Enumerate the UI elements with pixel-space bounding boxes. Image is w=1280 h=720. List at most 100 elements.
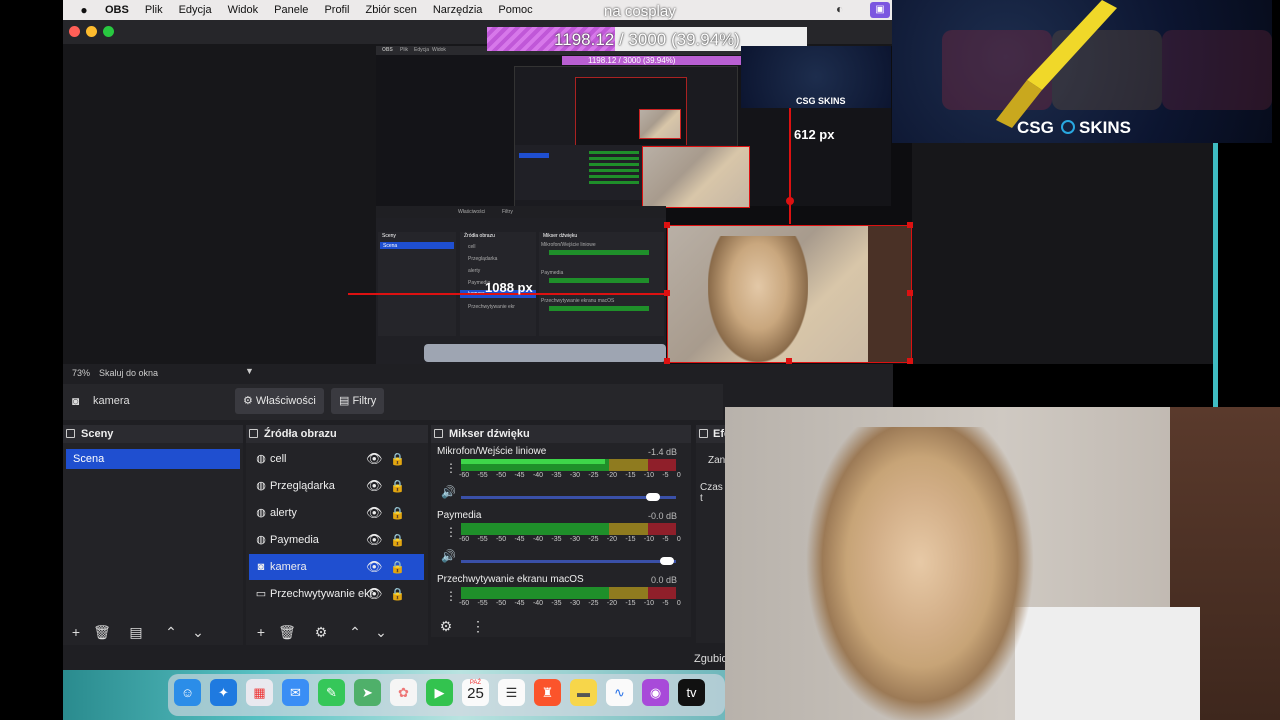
move-down-button[interactable]: ⌄: [189, 623, 207, 641]
photos-icon[interactable]: ✿: [390, 679, 417, 706]
speaker-icon[interactable]: 🔊: [441, 485, 456, 499]
close-window-button[interactable]: [69, 26, 80, 37]
volume-knob[interactable]: [646, 493, 660, 501]
volume-slider[interactable]: [461, 493, 676, 501]
lock-icon[interactable]: 🔒: [390, 446, 405, 472]
scene-item[interactable]: Scena: [66, 449, 240, 469]
menu-scene-collection[interactable]: Zbiór scen: [358, 4, 425, 16]
apple-logo-icon[interactable]: ●: [77, 3, 91, 17]
meter-tick-label: -35: [551, 536, 562, 543]
meter-tick-label: -45: [514, 472, 525, 479]
minimize-window-button[interactable]: [86, 26, 97, 37]
kebab-menu-icon[interactable]: ⋮: [469, 617, 487, 635]
menu-view[interactable]: Widok: [220, 4, 267, 16]
nested-mixer-meter: [549, 278, 649, 283]
messages-icon[interactable]: ✎: [318, 679, 345, 706]
nested-mixer-channel: Paymedia: [541, 270, 564, 276]
source-item-cell[interactable]: ◍ cell 👁 🔒: [249, 446, 424, 472]
menu-file[interactable]: Plik: [137, 4, 171, 16]
eye-icon[interactable]: 👁: [366, 473, 383, 499]
kebab-menu-icon[interactable]: ⋮: [445, 589, 457, 603]
chevron-down-icon[interactable]: ▼: [245, 366, 254, 376]
add-source-button[interactable]: +: [252, 623, 270, 641]
safari-icon[interactable]: ✦: [210, 679, 237, 706]
resize-handle[interactable]: [907, 222, 913, 228]
resize-handle[interactable]: [907, 358, 913, 364]
resize-handle[interactable]: [664, 222, 670, 228]
menu-help[interactable]: Pomoc: [490, 4, 540, 16]
control-center-icon[interactable]: ◐: [836, 2, 843, 16]
case-card: [1162, 30, 1272, 110]
podcasts-icon[interactable]: ◉: [642, 679, 669, 706]
move-up-button[interactable]: ⌃: [162, 623, 180, 641]
meter-tick-label: 0: [676, 536, 681, 543]
gear-icon[interactable]: ⚙: [312, 623, 330, 641]
maps-icon[interactable]: ➤: [354, 679, 381, 706]
trash-icon[interactable]: 🗑: [278, 623, 296, 641]
csg-skins-banner: CSG SKINS: [892, 0, 1272, 143]
webcam-source-preview[interactable]: [667, 225, 912, 363]
finder-icon[interactable]: ☺: [174, 679, 201, 706]
source-item-alerty[interactable]: ◍ alerty 👁 🔒: [249, 500, 424, 526]
eye-icon[interactable]: 👁: [366, 581, 383, 607]
menu-edit[interactable]: Edycja: [171, 4, 220, 16]
volume-slider[interactable]: [461, 557, 676, 565]
mixer-title: Mikser dźwięku: [449, 428, 530, 440]
scale-mode-select[interactable]: Skaluj do okna: [99, 368, 158, 378]
facetime-icon[interactable]: ▶: [426, 679, 453, 706]
launchpad-icon[interactable]: ▦: [246, 679, 273, 706]
lock-icon[interactable]: 🔒: [390, 527, 405, 553]
resize-handle[interactable]: [907, 290, 913, 296]
appletv-icon[interactable]: tv: [678, 679, 705, 706]
source-item-paymedia[interactable]: ◍ Paymedia 👁 🔒: [249, 527, 424, 553]
lock-icon[interactable]: 🔒: [390, 473, 405, 499]
move-down-button[interactable]: ⌄: [372, 623, 390, 641]
source-item-kamera[interactable]: ◙ kamera 👁 🔒: [249, 554, 424, 580]
notes-icon[interactable]: ▬: [570, 679, 597, 706]
lock-icon[interactable]: 🔒: [390, 554, 405, 580]
source-item-przegladarka[interactable]: ◍ Przeglądarka 👁 🔒: [249, 473, 424, 499]
nested-brand: CSG SKINS: [796, 96, 846, 106]
kebab-menu-icon[interactable]: ⋮: [445, 461, 457, 475]
eye-icon[interactable]: 👁: [366, 500, 383, 526]
eye-icon[interactable]: 👁: [366, 446, 383, 472]
zoom-level[interactable]: 73%: [72, 368, 90, 378]
maximize-window-button[interactable]: [103, 26, 114, 37]
menu-profile[interactable]: Profil: [316, 4, 357, 16]
gear-icon[interactable]: ⚙: [437, 617, 455, 635]
trash-icon[interactable]: 🗑: [93, 623, 111, 641]
scene-filters-button[interactable]: ▤: [127, 623, 145, 641]
transition-select[interactable]: Zan: [708, 455, 725, 466]
meter-tick-label: -55: [477, 600, 488, 607]
add-scene-button[interactable]: +: [67, 623, 85, 641]
lock-icon[interactable]: 🔒: [390, 500, 405, 526]
menu-docks[interactable]: Panele: [266, 4, 316, 16]
properties-button[interactable]: ⚙ Właściwości: [235, 388, 324, 414]
sources-dock: Źródła obrazu ◍ cell 👁 🔒 ◍ Przeglądarka 👁 🔒 ◍ a…: [246, 425, 428, 645]
screen-record-icon[interactable]: ▣: [870, 2, 890, 18]
meter-tick-label: -50: [495, 600, 507, 607]
speaker-icon[interactable]: 🔊: [441, 549, 456, 563]
kebab-menu-icon[interactable]: ⋮: [445, 525, 457, 539]
menu-app-name[interactable]: OBS: [97, 4, 137, 16]
lock-icon[interactable]: 🔒: [390, 581, 405, 607]
duration-label: Czas t: [700, 482, 723, 504]
menu-tools[interactable]: Narzędzia: [425, 4, 491, 16]
reminders-icon[interactable]: ☰: [498, 679, 525, 706]
move-up-button[interactable]: ⌃: [346, 623, 364, 641]
source-item-screen-capture[interactable]: ▭ Przechwytywanie ekr 👁 🔒: [249, 581, 424, 607]
meter-tick-label: -30: [569, 536, 581, 543]
calendar-icon[interactable]: PAŹ 25: [462, 679, 489, 706]
transitions-header: Efe: [696, 425, 730, 443]
brave-icon[interactable]: ♜: [534, 679, 561, 706]
volume-knob[interactable]: [660, 557, 674, 565]
mail-icon[interactable]: ✉: [282, 679, 309, 706]
eye-icon[interactable]: 👁: [366, 527, 383, 553]
horizontal-distance-label: 1088 px: [485, 280, 533, 295]
eye-icon[interactable]: 👁: [366, 554, 383, 580]
filters-button[interactable]: ▤ Filtry: [331, 388, 385, 414]
meter-tick-label: -10: [643, 472, 654, 479]
source-toolbar: ◙ kamera ⚙ Właściwości ▤ Filtry: [63, 384, 723, 420]
nested-prop-bar: Właściwości Filtry: [376, 206, 666, 218]
freeform-icon[interactable]: ∿: [606, 679, 633, 706]
